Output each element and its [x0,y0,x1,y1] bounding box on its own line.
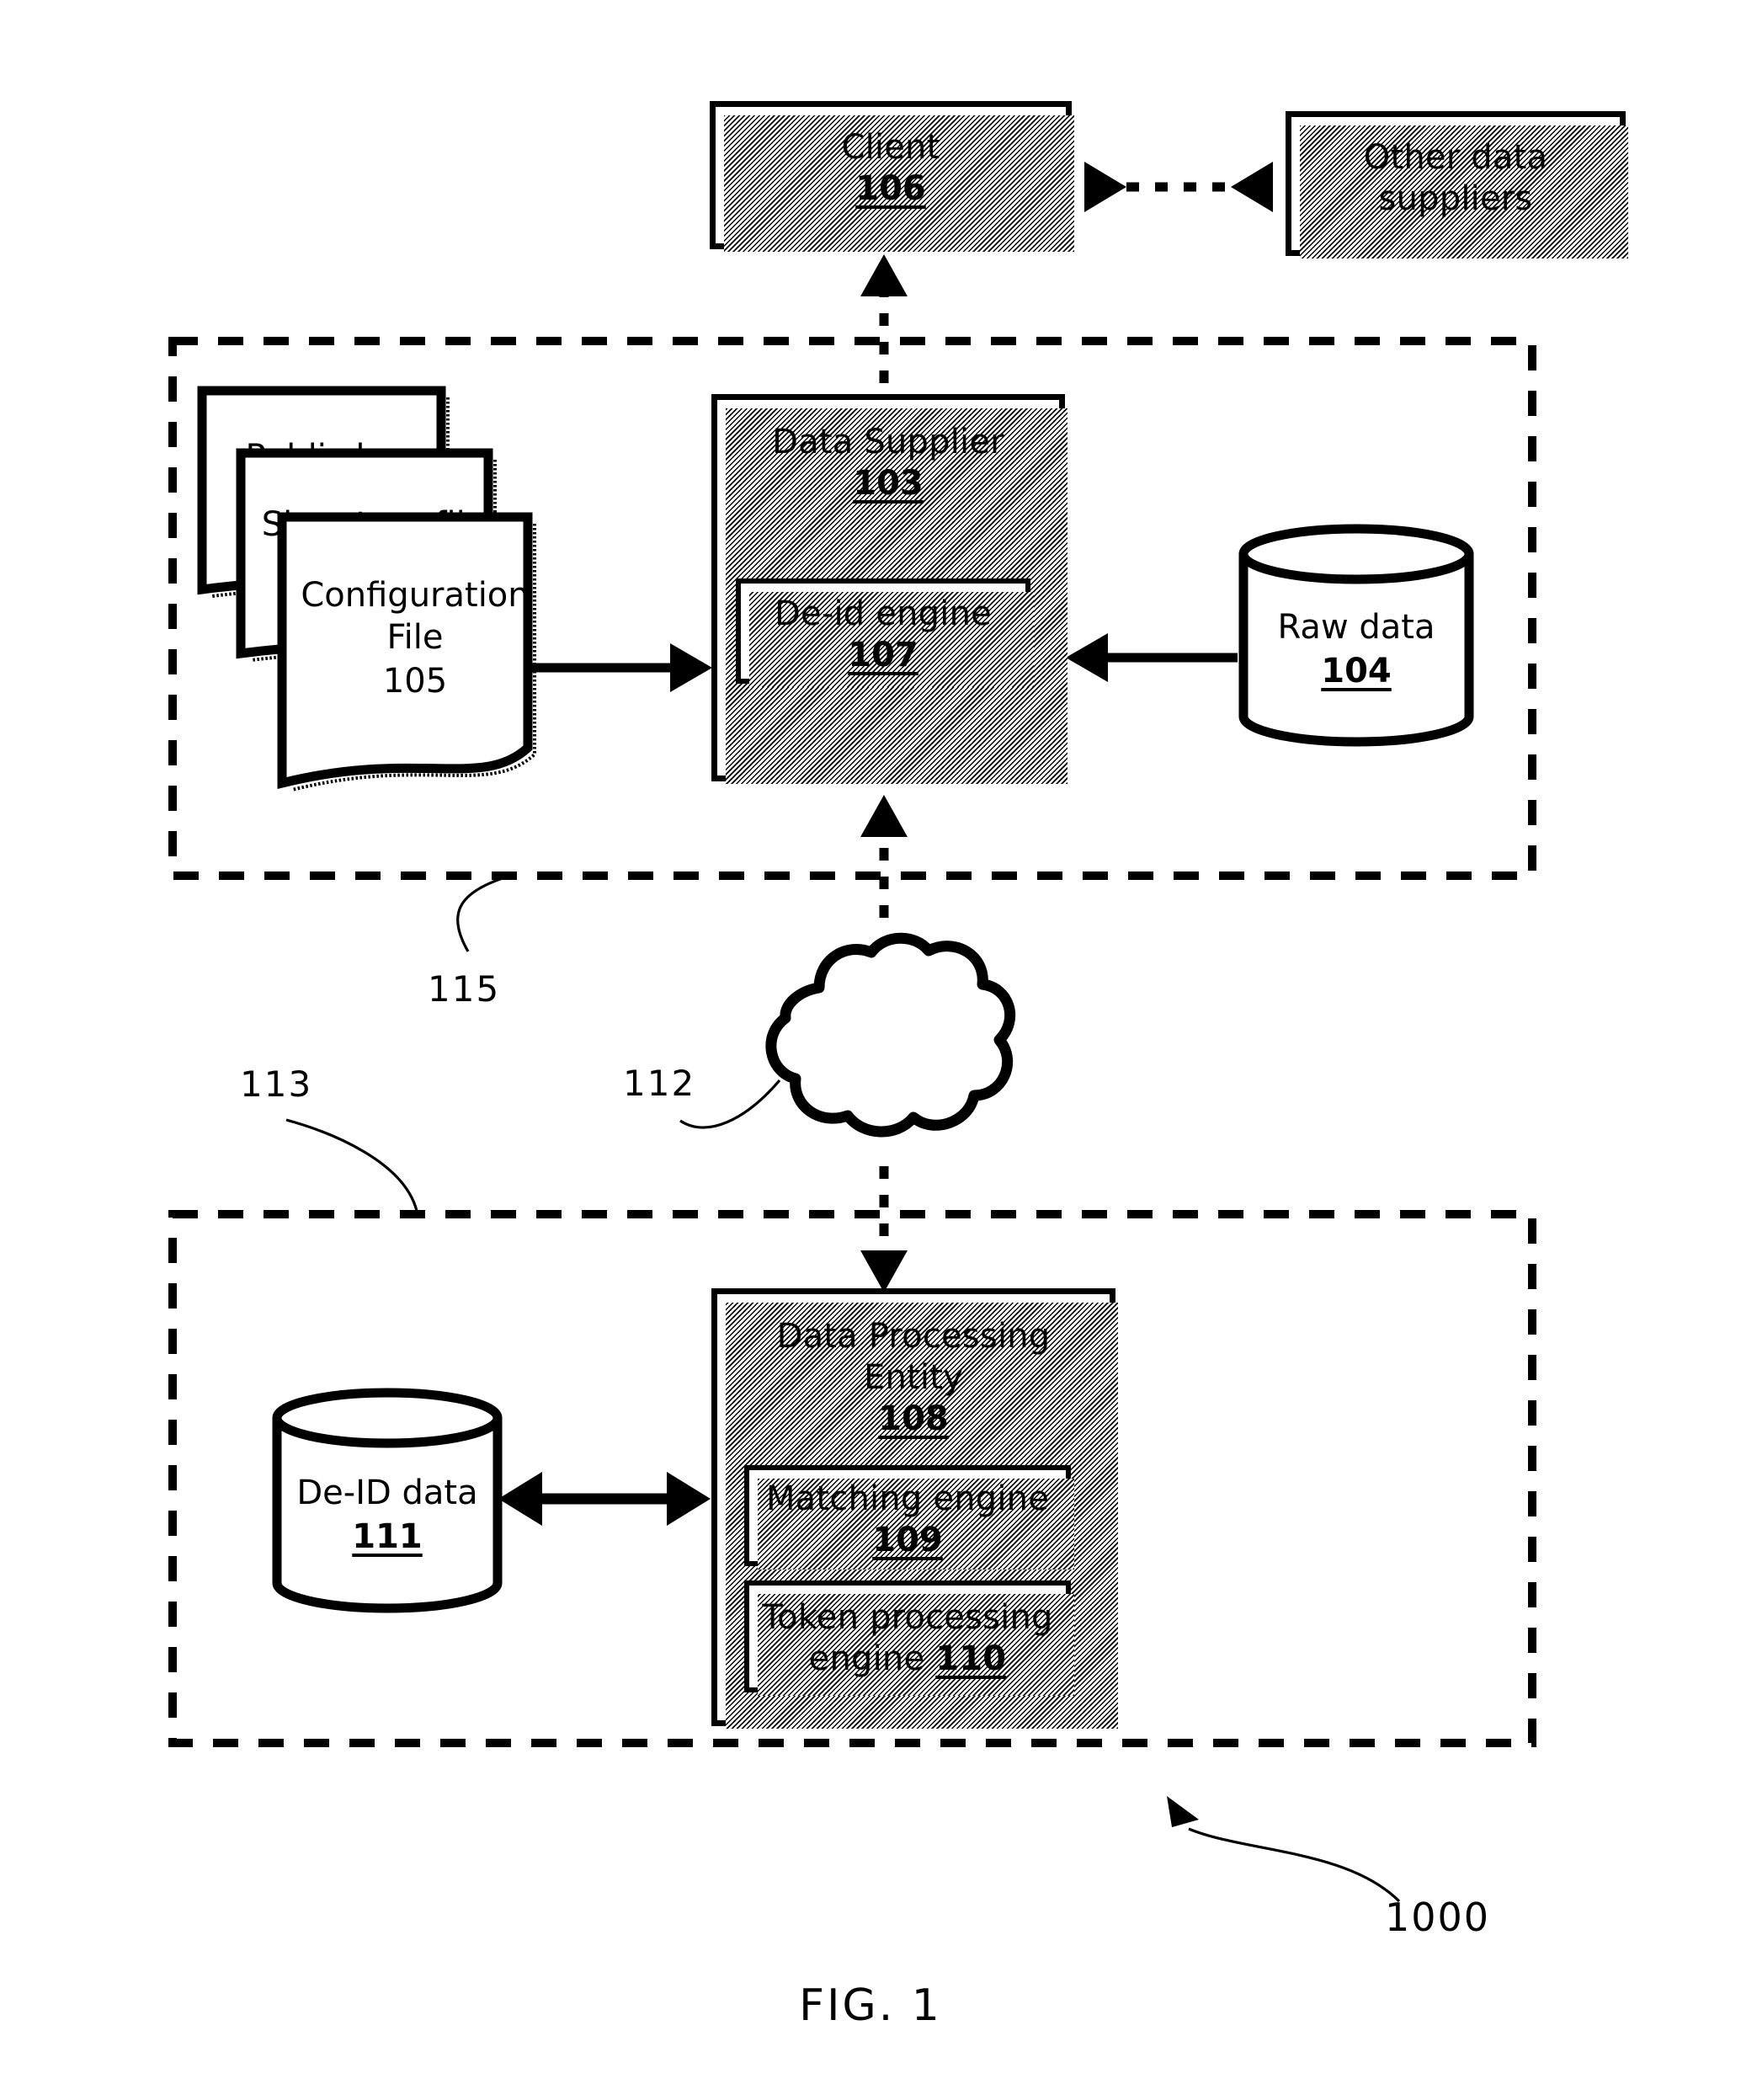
de-id-engine-box[interactable]: De-id engine 107 [736,578,1034,687]
network-cloud-icon [720,922,1048,1162]
token-processing-engine-label-line2: engine 110 [809,1639,1007,1680]
data-supplier-box[interactable]: Data Supplier 103 De-id engine 107 [711,394,1067,784]
data-processing-entity-label-line2: Entity [864,1357,963,1397]
de-id-data-label: De-ID data [296,1474,478,1512]
raw-data-label: Raw data [1277,608,1435,647]
other-data-suppliers-box[interactable]: Other data suppliers [1286,111,1628,259]
leader-line-115 [456,876,506,952]
token-processing-engine-label-line1: Token processing [762,1598,1053,1637]
arrow-client-other-suppliers [1084,162,1273,212]
configuration-file-label-line1: Configuration [301,576,530,615]
matching-engine-box[interactable]: Matching engine 109 [744,1465,1074,1570]
ref-num-112: 112 [623,1063,696,1104]
matching-engine-ref-num: 109 [872,1520,943,1559]
other-data-suppliers-label-line1: Other data [1363,138,1548,177]
ref-num-115: 115 [428,968,501,1010]
client-box[interactable]: Client 106 [710,101,1074,252]
leader-line-113 [285,1118,418,1212]
token-processing-engine-box[interactable]: Token processing engine 110 [744,1580,1074,1696]
de-id-engine-label: De-id engine [775,594,992,633]
ref-num-1000: 1000 [1385,1895,1491,1940]
token-processing-engine-label-line2-text: engine [808,1639,925,1678]
figure-caption: FIG. 1 [799,1980,942,2031]
patent-figure: Other data suppliers : dotted double arr… [0,0,1741,2100]
data-processing-entity-box[interactable]: Data Processing Entity 108 Matching engi… [711,1288,1118,1729]
data-processing-entity-label-line1: Data Processing [776,1317,1051,1356]
leader-line-1000 [1167,1796,1401,1903]
de-id-data-cylinder[interactable]: De-ID data 111 [271,1388,503,1613]
configuration-file-label-line2: File [386,618,444,657]
de-id-data-ref-num: 111 [352,1517,423,1556]
data-supplier-ref-num: 103 [853,463,924,503]
matching-engine-label: Matching engine [765,1479,1050,1518]
client-ref-num: 106 [855,168,926,208]
client-label: Client [841,128,940,167]
de-id-engine-ref-num: 107 [848,635,918,674]
ref-num-113: 113 [240,1063,313,1105]
token-processing-engine-ref-num: 110 [935,1639,1007,1678]
data-supplier-label: Data Supplier [772,423,1004,461]
configuration-file-ref-num: 105 [382,662,448,701]
configuration-file-document[interactable]: Configuration File 105 [275,510,555,795]
data-processing-entity-ref-num: 108 [878,1399,949,1438]
other-data-suppliers-label-line2: suppliers [1378,179,1533,218]
raw-data-ref-num: 104 [1321,652,1392,690]
raw-data-cylinder[interactable]: Raw data 104 [1238,524,1475,747]
